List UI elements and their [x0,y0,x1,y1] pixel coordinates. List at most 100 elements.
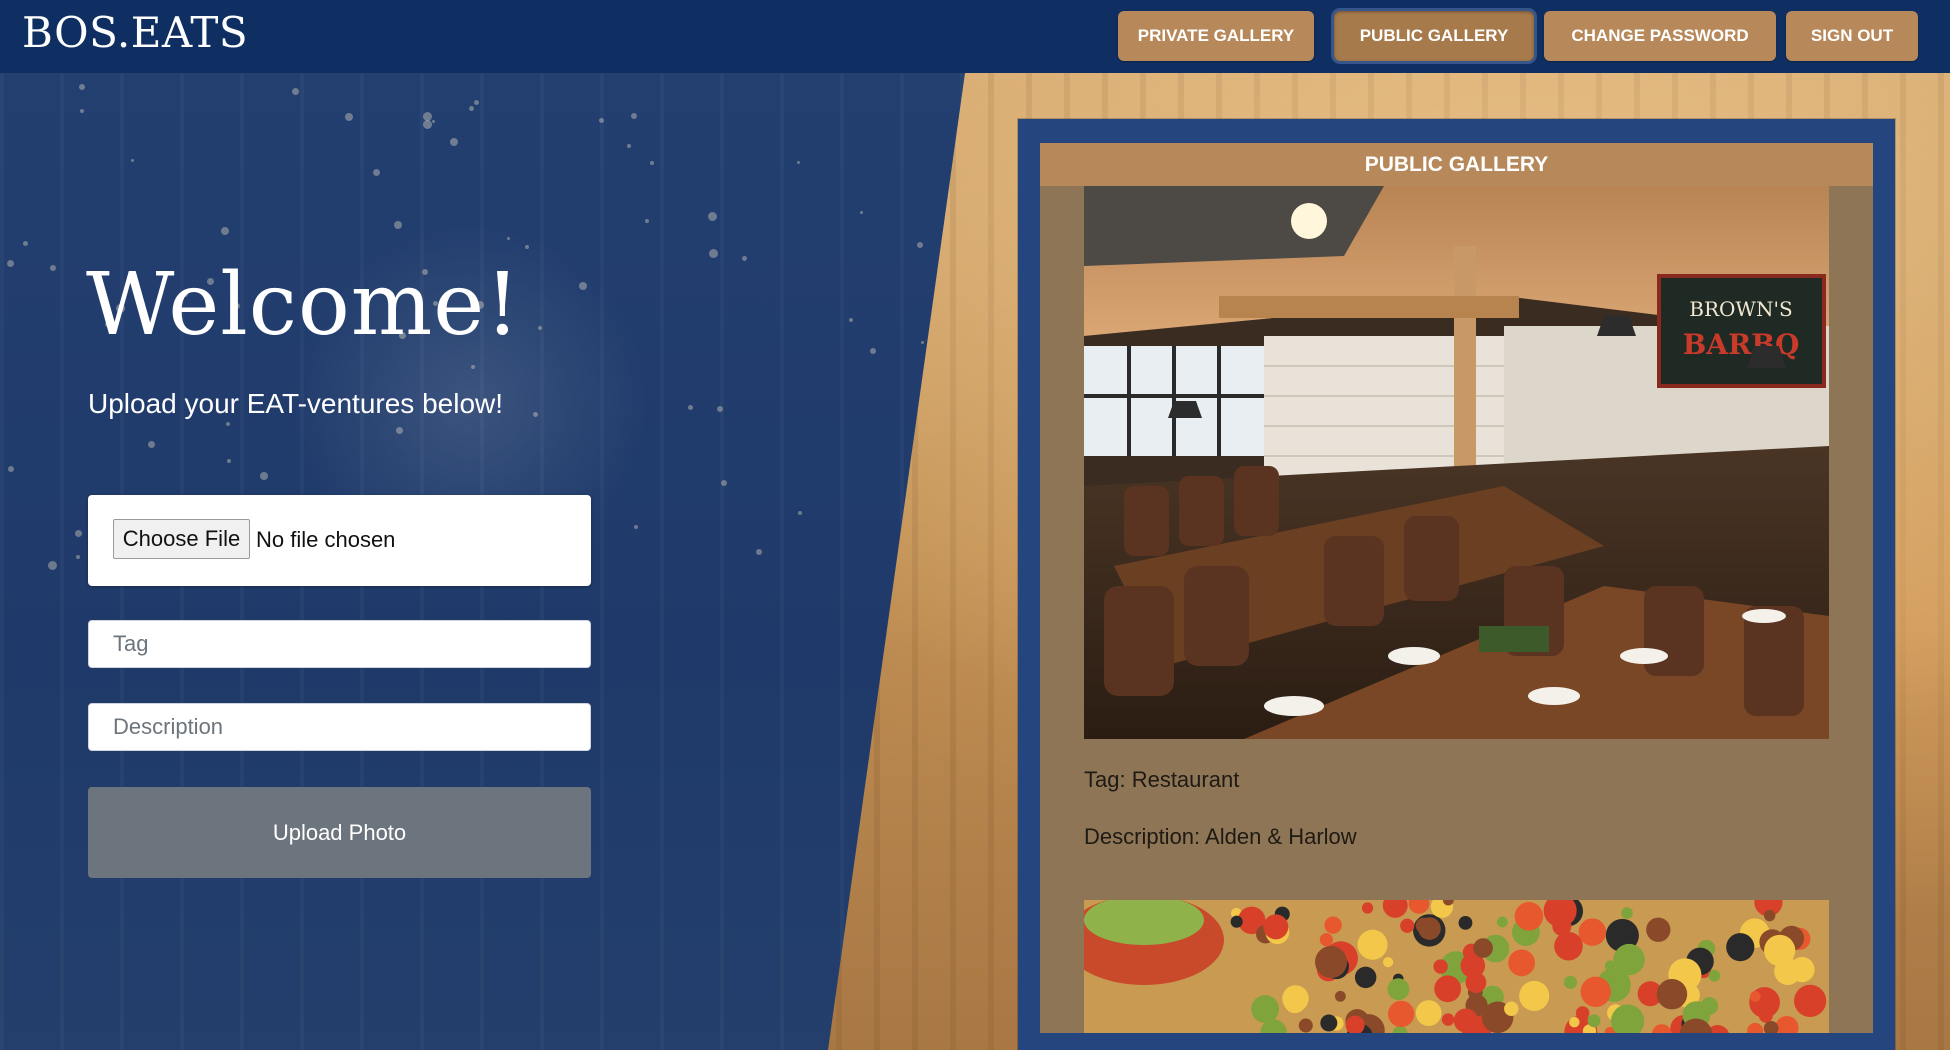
gallery-scroll-area[interactable]: PUBLIC GALLERY BROWN'S BARBQ Tag: Restau… [1040,143,1873,1033]
background-light-dot [148,441,155,448]
background-light-dot [80,109,84,113]
welcome-heading: Welcome! [86,255,521,355]
background-light-dot [23,241,28,246]
background-light-dot [50,265,56,271]
nacho-topping [1504,1001,1519,1017]
background-light-dot [221,227,229,235]
background-light-dot [742,256,747,261]
background-light-dot [634,525,638,529]
background-light-dot [507,237,510,240]
public-gallery-panel: PUBLIC GALLERY BROWN'S BARBQ Tag: Restau… [1018,119,1895,1050]
welcome-subtitle: Upload your EAT-ventures below! [88,388,504,419]
nacho-topping [1656,978,1688,1010]
background-light-dot [450,138,458,146]
background-light-dot [48,561,57,570]
nacho-topping [1415,1000,1442,1026]
nacho-topping [1749,991,1761,1002]
nacho-topping [1569,1016,1580,1028]
nacho-topping [1324,916,1342,934]
background-light-dot [525,245,529,249]
background-light-dot [917,242,923,248]
background-light-dot [469,106,474,111]
nacho-topping [1465,972,1487,993]
background-light-dot [627,144,631,148]
background-light-dot [76,555,80,559]
background-light-dot [75,530,82,537]
background-light-dot [260,472,268,480]
nacho-topping [1758,1008,1773,1023]
nacho-topping [1315,945,1348,979]
nacho-topping [1251,995,1280,1023]
background-light-dot [717,406,723,412]
photo-description-text: Description: Alden & Harlow [1084,824,1357,849]
change-password-button[interactable]: CHANGE PASSWORD [1544,11,1776,61]
nacho-topping [1388,1000,1415,1028]
background-light-dot [688,405,693,410]
nacho-topping [1473,938,1493,958]
background-light-dot [645,219,649,223]
background-light-dot [756,549,762,555]
nacho-topping [1708,969,1721,982]
background-light-dot [7,260,14,267]
nacho-topping [1282,985,1309,1012]
nacho-topping [1508,949,1535,977]
background-light-dot [650,161,654,165]
nacho-topping [1563,975,1578,989]
file-status-text: No file chosen [256,527,396,552]
nacho-topping [1320,1014,1338,1032]
background-light-dot [423,120,432,129]
nacho-topping [1382,956,1394,968]
background-light-dot [396,427,403,434]
nacho-topping [1496,916,1508,928]
background-light-dot [870,348,876,354]
sign-out-button[interactable]: SIGN OUT [1786,11,1918,61]
nacho-topping [1794,984,1827,1018]
nacho-topping [1334,990,1346,1002]
upload-photo-button[interactable]: Upload Photo [88,787,591,878]
background-light-dot [474,100,479,105]
tag-input[interactable] [88,620,591,668]
nacho-topping [1458,915,1473,930]
nacho-topping [1387,978,1410,1001]
choose-file-button[interactable]: Choose File [113,519,250,559]
nacho-topping [1319,933,1333,947]
nacho-topping [1453,1008,1478,1033]
gallery-title: PUBLIC GALLERY [1040,143,1873,186]
gallery-photo-nachos[interactable] [1084,900,1829,1033]
description-input[interactable] [88,703,591,751]
background-light-dot [131,159,134,162]
background-light-dot [345,113,353,121]
nacho-topping [1554,931,1583,961]
file-upload-field: Choose File No file chosen [88,495,591,586]
gallery-photo-restaurant[interactable]: BROWN'S BARBQ [1084,186,1829,739]
restaurant-photo: BROWN'S BARBQ [1084,186,1829,739]
nacho-topping [1400,918,1415,933]
nacho-topping [1764,934,1796,967]
nacho-topping [1580,976,1611,1007]
brand-logo[interactable]: BOS.EATS [22,8,248,57]
nacho-topping [1613,943,1645,976]
nacho-topping [1764,909,1776,922]
nacho-topping [1578,918,1607,946]
background-light-dot [79,84,85,90]
public-gallery-button[interactable]: PUBLIC GALLERY [1334,11,1534,61]
background-light-dot [373,169,380,176]
nacho-topping [1263,914,1289,940]
nacho-topping [1514,902,1544,931]
background-light-dot [423,112,432,121]
private-gallery-button[interactable]: PRIVATE GALLERY [1118,11,1314,61]
nacho-topping [1354,966,1377,989]
background-light-dot [533,412,538,417]
navbar: BOS.EATS PRIVATE GALLERY PUBLIC GALLERY … [0,0,1950,73]
nachos-photo [1084,900,1829,1033]
nacho-topping [1621,907,1633,919]
nacho-topping [1587,1014,1601,1028]
background-light-dot [226,422,230,426]
nacho-topping [1434,975,1462,1003]
nacho-topping [1519,980,1550,1011]
background-light-dot [599,118,604,123]
background-light-dot [721,480,727,486]
background-light-dot [709,249,718,258]
background-light-dot [631,113,637,119]
background-light-dot [8,466,14,472]
